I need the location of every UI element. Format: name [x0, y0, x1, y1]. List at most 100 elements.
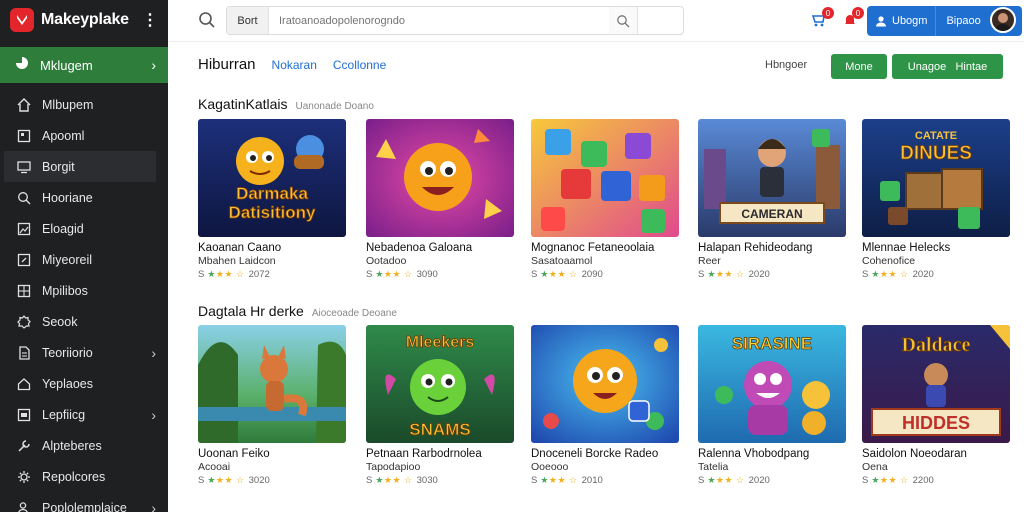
sidebar-item-label: Apooml — [42, 128, 85, 143]
sidebar-item[interactable]: Yeplaoes — [0, 368, 168, 399]
game-card[interactable]: Mognanoc Fetaneoolaia Sasatoaamol S ★★★ ☆ 20… — [531, 119, 679, 280]
game-thumbnail[interactable] — [198, 325, 346, 443]
sidebar-item[interactable]: Apooml — [0, 120, 168, 151]
sidebar-item-label: Mklugem — [40, 57, 93, 73]
sidebar-item[interactable]: Borgit — [4, 151, 156, 182]
rating-prefix: S — [366, 475, 373, 486]
svg-text:SNAMS: SNAMS — [409, 420, 470, 439]
account-menu[interactable]: Bipaoo — [936, 15, 990, 27]
sidebar-item[interactable]: Repolcores — [0, 461, 168, 492]
game-thumbnail[interactable]: CAMERAN — [698, 119, 846, 237]
game-subtitle: Acooai — [198, 461, 231, 473]
search-icon[interactable] — [198, 11, 216, 34]
sidebar-item[interactable]: Seook — [0, 306, 168, 337]
game-card[interactable]: Nebadenoa Galoana Ootadoo S ★★★ ☆ 3090 — [366, 119, 514, 280]
sidebar-item-label: Eloagid — [42, 221, 84, 236]
game-subtitle: Tapodapioo — [366, 461, 421, 473]
svg-text:Mleekers: Mleekers — [406, 334, 475, 351]
game-title[interactable]: Halapan Rehideodang — [698, 242, 846, 254]
game-title[interactable]: Petnaan Rarbodrnolea — [366, 448, 514, 460]
sidebar-item-label: Yeplaoes — [42, 376, 93, 391]
user-gear-icon — [16, 500, 32, 512]
cart-icon[interactable]: 0 — [810, 7, 834, 30]
tab-link-1[interactable]: Nokaran — [272, 58, 317, 72]
game-title[interactable]: Saidolon Noeodaran — [862, 448, 1010, 460]
game-title[interactable]: Uoonan Feiko — [198, 448, 346, 460]
search-scope-select[interactable]: Bort — [227, 7, 269, 34]
rating-value: 2200 — [912, 475, 934, 486]
game-thumbnail[interactable]: SIRASINE — [698, 325, 846, 443]
upgrade-button[interactable]: Unagoe Hintae — [892, 54, 1003, 79]
game-rating: S ★★★ ☆ 2020 — [862, 269, 1010, 280]
search-icon — [16, 190, 32, 206]
sidebar-item[interactable]: Hooriane — [0, 182, 168, 213]
section-subtitle[interactable]: Uanonade Doano — [296, 101, 374, 112]
search-extra-field[interactable] — [637, 7, 683, 34]
game-title[interactable]: Ralenna Vhobodpang — [698, 448, 846, 460]
game-title[interactable]: Mognanoc Fetaneoolaia — [531, 242, 679, 254]
star-rating-icon: ★★★ ☆ — [871, 475, 909, 485]
game-card[interactable]: Darmaka Datisitiony Kaoanan Caano Mbahen La… — [198, 119, 346, 280]
game-card[interactable]: Mleekers SNAMS Petnaan Rarbodrnolea Tapodap… — [366, 325, 514, 486]
game-subtitle: Mbahen Laidcon — [198, 255, 276, 267]
svg-text:SIRASINE: SIRASINE — [732, 334, 812, 353]
search-bar: Bort — [226, 6, 684, 35]
rating-prefix: S — [198, 475, 205, 486]
game-thumbnail[interactable]: CATATE DINUES — [862, 119, 1010, 237]
rating-prefix: S — [531, 269, 538, 280]
account-login[interactable]: Ubogm — [867, 6, 937, 36]
tab-link-2[interactable]: Ccollonne — [333, 58, 386, 72]
game-title[interactable]: Mlennae Helecks — [862, 242, 1010, 254]
sidebar-item-label: Borgit — [42, 159, 75, 174]
game-subtitle: Cohenofice — [862, 255, 916, 267]
game-thumbnail[interactable]: Mleekers SNAMS — [366, 325, 514, 443]
search-submit-icon[interactable] — [609, 14, 637, 28]
brand[interactable]: Makeyplake ⋮ — [0, 0, 168, 40]
star-rating-icon: ★★★ ☆ — [375, 475, 413, 485]
sidebar-item[interactable]: Poplolemplaice › — [0, 492, 168, 512]
game-thumbnail[interactable]: Darmaka Datisitiony — [198, 119, 346, 237]
sidebar-item[interactable]: Teoriiorio › — [0, 337, 168, 368]
sidebar-item[interactable]: Miyeoreil — [0, 244, 168, 275]
section-title: KagatinKatlais Uanonade Doano — [198, 96, 374, 112]
game-card[interactable]: SIRASINE Ralenna Vhobodpang Tatelia S ★★★ ☆ 2… — [698, 325, 846, 486]
rating-prefix: S — [531, 475, 538, 486]
game-title[interactable]: Nebadenoa Galoana — [366, 242, 514, 254]
game-rating: S ★★★ ☆ 2090 — [531, 269, 679, 280]
game-card[interactable]: CAMERAN Halapan Rehideodang Reer S ★★★ ☆ 2020 — [698, 119, 846, 280]
bell-icon[interactable]: 0 — [840, 7, 864, 30]
layers-icon — [16, 407, 32, 423]
sidebar-item[interactable]: Alpteberes — [0, 430, 168, 461]
game-rating: S ★★★ ☆ 2020 — [698, 475, 846, 486]
game-title[interactable]: Kaoanan Caano — [198, 242, 346, 254]
game-card[interactable]: Uoonan Feiko Acooai S ★★★ ☆ 3020 — [198, 325, 346, 486]
game-thumbnail[interactable] — [531, 325, 679, 443]
kebab-menu-icon[interactable]: ⋮ — [142, 10, 158, 30]
bell-badge: 0 — [852, 7, 864, 19]
game-card[interactable]: Dnoceneli Borcke Radeo Ooeooo S ★★★ ☆ 2010 — [531, 325, 679, 486]
game-rating: S ★★★ ☆ 2010 — [531, 475, 679, 486]
rating-prefix: S — [698, 475, 705, 486]
more-button[interactable]: Mone — [831, 54, 887, 79]
sidebar-item-active[interactable]: Mklugem › — [0, 47, 168, 83]
game-rating: S ★★★ ☆ 3030 — [366, 475, 514, 486]
star-rating-icon: ★★★ ☆ — [707, 475, 745, 485]
avatar[interactable] — [990, 7, 1016, 33]
game-title[interactable]: Dnoceneli Borcke Radeo — [531, 448, 679, 460]
sidebar-item[interactable]: Lepfiicg › — [0, 399, 168, 430]
svg-text:HIDDES: HIDDES — [902, 413, 970, 433]
game-card[interactable]: Daldace HIDDES Saidolon Noeodaran Oena S ★★★ … — [862, 325, 1010, 486]
game-thumbnail[interactable] — [366, 119, 514, 237]
sidebar-item[interactable]: Mpilibos — [0, 275, 168, 306]
section-subtitle[interactable]: Aioceoade Deoane — [312, 308, 397, 319]
search-input[interactable] — [269, 7, 609, 34]
rating-prefix: S — [862, 269, 869, 280]
sidebar-item[interactable]: Mlbupem — [0, 89, 168, 120]
game-thumbnail[interactable] — [531, 119, 679, 237]
sidebar-item[interactable]: Eloagid — [0, 213, 168, 244]
rating-value: 2020 — [748, 269, 770, 280]
game-thumbnail[interactable]: Daldace HIDDES — [862, 325, 1010, 443]
sidebar-nav: Mlbupem Apooml Borgit Hooriane Eloagid Miyeor… — [0, 89, 168, 512]
section-heading: Dagtala Hr derke — [198, 303, 304, 319]
game-card[interactable]: CATATE DINUES Mlennae Helecks Cohenofice S ★★… — [862, 119, 1010, 280]
